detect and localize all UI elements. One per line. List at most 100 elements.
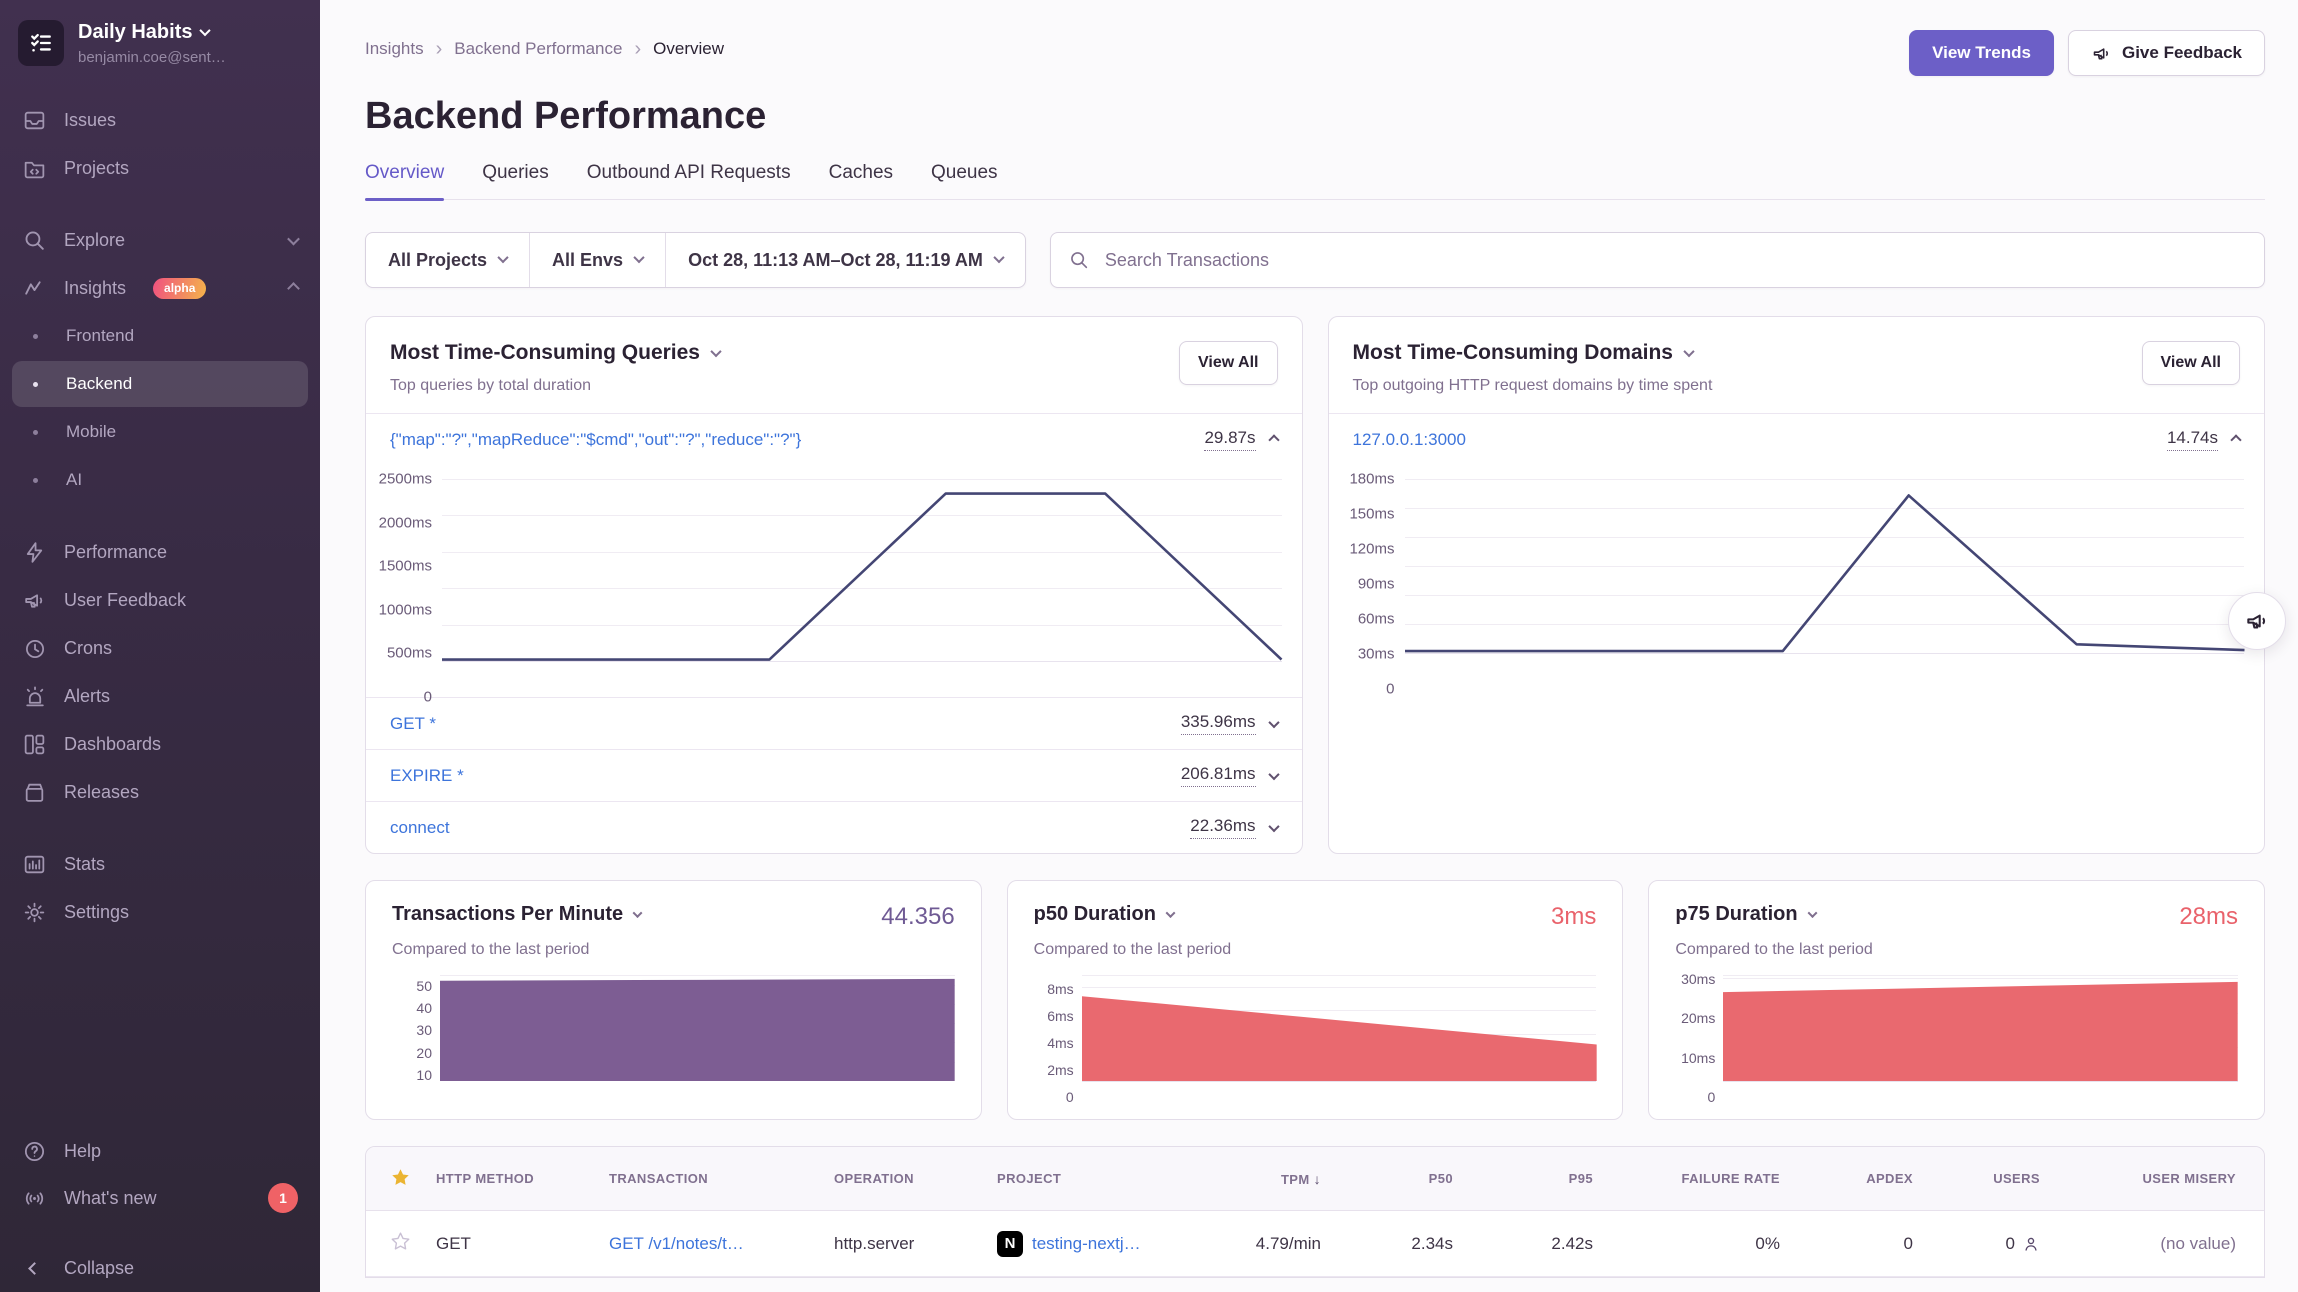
tab-outbound-api-requests[interactable]: Outbound API Requests bbox=[587, 162, 791, 199]
query-row-connect[interactable]: connect 22.36ms bbox=[366, 801, 1302, 853]
cell-failure-rate: 0% bbox=[1621, 1234, 1808, 1254]
query-row-expire[interactable]: EXPIRE * 206.81ms bbox=[366, 749, 1302, 801]
sidebar-item-settings[interactable]: Settings bbox=[12, 889, 308, 935]
cell-http-method: GET bbox=[428, 1234, 601, 1254]
most-time-consuming-domains-panel: Most Time-Consuming Domains Top outgoing… bbox=[1328, 316, 2266, 854]
query-row-mapreduce[interactable]: {"map":"?","mapReduce":"$cmd","out":"?",… bbox=[366, 413, 1302, 465]
query-row-get[interactable]: GET * 335.96ms bbox=[366, 697, 1302, 749]
column-header-transaction[interactable]: TRANSACTION bbox=[601, 1171, 826, 1186]
sidebar-item-dashboards[interactable]: Dashboards bbox=[12, 721, 308, 767]
chevron-down-icon bbox=[287, 232, 300, 245]
nav-spacer bbox=[0, 816, 320, 840]
sidebar-item-issues[interactable]: Issues bbox=[12, 97, 308, 143]
bullet-dot bbox=[33, 478, 38, 483]
chevron-down-icon bbox=[1268, 820, 1279, 831]
breadcrumb-separator: › bbox=[436, 39, 443, 59]
chevron-left-icon bbox=[28, 1262, 41, 1275]
sidebar-item-stats[interactable]: Stats bbox=[12, 841, 308, 887]
transactions-table: HTTP METHOD TRANSACTION OPERATION PROJEC… bbox=[365, 1146, 2265, 1278]
date-range-filter[interactable]: Oct 28, 11:13 AM–Oct 28, 11:19 AM bbox=[665, 233, 1025, 287]
sidebar-item-insights[interactable]: Insights alpha bbox=[12, 265, 308, 311]
sidebar-item-projects[interactable]: Projects bbox=[12, 145, 308, 191]
sidebar-item-releases[interactable]: Releases bbox=[12, 769, 308, 815]
chevron-up-icon bbox=[287, 282, 300, 295]
nav-spacer bbox=[0, 504, 320, 528]
search-transactions bbox=[1050, 232, 2265, 288]
chevron-down-icon bbox=[200, 25, 211, 36]
environment-filter[interactable]: All Envs bbox=[529, 233, 665, 287]
queries-chart-y-axis: 2500ms2000ms1500ms1000ms500ms0 bbox=[376, 479, 442, 697]
org-switcher[interactable]: Daily Habits benjamin.coe@sent… bbox=[0, 20, 320, 66]
give-feedback-button[interactable]: Give Feedback bbox=[2068, 30, 2265, 76]
p50-value: 3ms bbox=[1551, 903, 1596, 931]
column-header-operation[interactable]: OPERATION bbox=[826, 1171, 989, 1186]
column-header-tpm[interactable]: TPM↓ bbox=[1222, 1171, 1349, 1187]
queries-panel-title[interactable]: Most Time-Consuming Queries bbox=[390, 341, 720, 365]
view-trends-button[interactable]: View Trends bbox=[1909, 30, 2054, 76]
domain-row-127001[interactable]: 127.0.0.1:3000 14.74s bbox=[1329, 413, 2265, 465]
user-email: benjamin.coe@sent… bbox=[78, 49, 226, 66]
sidebar-footer: Help What's new 1 Collapse bbox=[0, 1127, 320, 1292]
nav-spacer bbox=[0, 192, 320, 216]
queries-panel-subtitle: Top queries by total duration bbox=[390, 377, 720, 395]
breadcrumb-insights[interactable]: Insights bbox=[365, 39, 424, 59]
sidebar-item-whats-new[interactable]: What's new 1 bbox=[12, 1175, 308, 1221]
sidebar-item-frontend[interactable]: Frontend bbox=[12, 313, 308, 359]
chevron-down-icon bbox=[497, 251, 508, 262]
sidebar-item-mobile[interactable]: Mobile bbox=[12, 409, 308, 455]
releases-icon bbox=[22, 780, 47, 805]
column-header-project[interactable]: PROJECT bbox=[989, 1171, 1222, 1186]
sidebar-item-ai[interactable]: AI bbox=[12, 457, 308, 503]
column-header-p95[interactable]: P95 bbox=[1481, 1171, 1621, 1186]
dashboards-icon bbox=[22, 732, 47, 757]
favorite-star-toggle[interactable] bbox=[366, 1231, 428, 1257]
column-header-apdex[interactable]: APDEX bbox=[1808, 1171, 1941, 1186]
tpm-subtitle: Compared to the last period bbox=[392, 941, 955, 959]
sidebar-nav: Issues Projects Explore Insights alpha bbox=[0, 96, 320, 1292]
star-filled-icon bbox=[390, 1167, 411, 1188]
tab-bar: Overview Queries Outbound API Requests C… bbox=[365, 162, 2265, 200]
cell-operation: http.server bbox=[826, 1234, 989, 1254]
column-header-failure-rate[interactable]: FAILURE RATE bbox=[1621, 1171, 1808, 1186]
cell-users: 0 bbox=[1941, 1234, 2068, 1254]
search-input[interactable] bbox=[1050, 232, 2265, 288]
transaction-link[interactable]: GET /v1/notes/t… bbox=[609, 1234, 744, 1253]
sidebar-item-user-feedback[interactable]: User Feedback bbox=[12, 577, 308, 623]
breadcrumb-backend-performance[interactable]: Backend Performance bbox=[454, 39, 622, 59]
lightning-icon bbox=[22, 540, 47, 565]
queries-view-all-button[interactable]: View All bbox=[1179, 341, 1277, 385]
help-icon bbox=[22, 1139, 47, 1164]
org-logo bbox=[18, 20, 64, 66]
project-link[interactable]: testing-nextj… bbox=[1032, 1234, 1141, 1254]
sidebar-item-alerts[interactable]: Alerts bbox=[12, 673, 308, 719]
sidebar-item-explore[interactable]: Explore bbox=[12, 217, 308, 263]
metric-cards-row: Transactions Per Minute 44.356 Compared … bbox=[365, 880, 2265, 1120]
sidebar-item-backend[interactable]: Backend bbox=[12, 361, 308, 407]
sidebar-item-help[interactable]: Help bbox=[12, 1128, 308, 1174]
gear-icon bbox=[22, 900, 47, 925]
cell-project: N testing-nextj… bbox=[989, 1231, 1222, 1257]
column-header-p50[interactable]: P50 bbox=[1349, 1171, 1481, 1186]
sidebar-collapse-button[interactable]: Collapse bbox=[12, 1245, 308, 1291]
column-header-http-method[interactable]: HTTP METHOD bbox=[428, 1171, 601, 1186]
p50-duration-card: p50 Duration 3ms Compared to the last pe… bbox=[1007, 880, 1624, 1120]
tab-caches[interactable]: Caches bbox=[829, 162, 893, 199]
domains-panel-title[interactable]: Most Time-Consuming Domains bbox=[1353, 341, 1713, 365]
chevron-down-icon bbox=[1683, 346, 1694, 357]
insights-icon bbox=[22, 276, 47, 301]
breadcrumb-overview: Overview bbox=[653, 39, 724, 59]
sidebar-item-performance[interactable]: Performance bbox=[12, 529, 308, 575]
p75-card-title[interactable]: p75 Duration bbox=[1675, 903, 1815, 926]
domains-view-all-button[interactable]: View All bbox=[2142, 341, 2240, 385]
column-header-users[interactable]: USERS bbox=[1941, 1171, 2068, 1186]
sidebar-item-crons[interactable]: Crons bbox=[12, 625, 308, 671]
tpm-card-title[interactable]: Transactions Per Minute bbox=[392, 903, 641, 926]
project-filter[interactable]: All Projects bbox=[366, 233, 529, 287]
column-header-user-misery[interactable]: USER MISERY bbox=[2068, 1171, 2264, 1186]
org-name: Daily Habits bbox=[78, 21, 192, 44]
tab-overview[interactable]: Overview bbox=[365, 162, 444, 199]
p50-card-title[interactable]: p50 Duration bbox=[1034, 903, 1174, 926]
tab-queues[interactable]: Queues bbox=[931, 162, 998, 199]
floating-feedback-button[interactable] bbox=[2228, 592, 2286, 650]
tab-queries[interactable]: Queries bbox=[482, 162, 549, 199]
